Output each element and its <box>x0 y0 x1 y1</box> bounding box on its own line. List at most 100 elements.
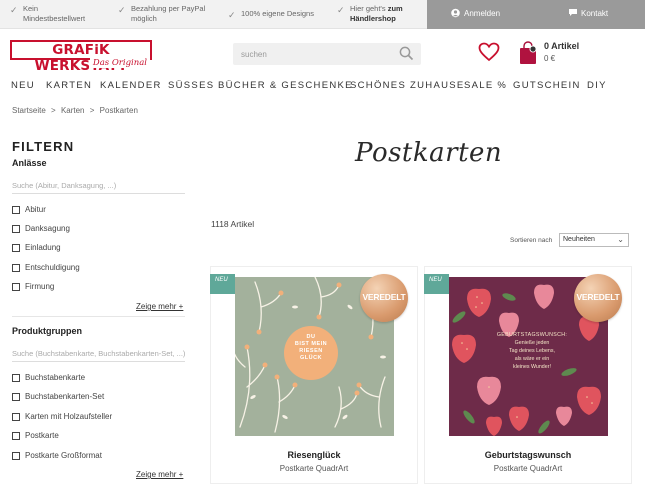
search-bar <box>233 43 421 65</box>
product-name[interactable]: Geburtstagswunsch <box>425 450 631 460</box>
product-name[interactable]: Riesenglück <box>211 450 417 460</box>
new-badge: NEU <box>424 274 449 294</box>
filter-group-title: Produktgruppen <box>12 326 82 336</box>
wishlist-heart-icon[interactable] <box>478 42 500 62</box>
filter-option-label: Postkarte Großformat <box>25 451 102 460</box>
breadcrumb-home[interactable]: Startseite <box>12 106 46 115</box>
product-group-filter-search[interactable] <box>12 346 185 362</box>
new-badge: NEU <box>210 274 235 294</box>
check-icon: ✓ <box>228 10 236 20</box>
check-icon: ✓ <box>118 5 126 15</box>
cart-count[interactable]: 0 Artikel <box>544 41 579 51</box>
checkbox[interactable] <box>12 432 20 440</box>
usp-item: ✓ Kein Mindestbestellwert <box>10 4 85 24</box>
checkbox[interactable] <box>12 393 20 401</box>
sort-label: Sortieren nach <box>510 237 553 244</box>
usp-text-bold: Händlershop <box>350 14 396 23</box>
page-title: Postkarten <box>355 138 503 168</box>
card-message: DU BIST MEIN RIESEN GLÜCK <box>284 334 338 362</box>
card-text-line: Genieße jeden <box>514 340 550 346</box>
usp-item: ✓ Bezahlung per PayPal möglich <box>118 4 205 24</box>
checkbox[interactable] <box>12 413 20 421</box>
checkbox[interactable] <box>12 264 20 272</box>
search-input[interactable] <box>241 47 391 61</box>
card-text-line: DU <box>306 334 316 340</box>
filter-option-label: Danksagung <box>25 224 70 233</box>
nav-item-kalender[interactable]: KALENDER <box>100 80 162 91</box>
filter-option-label: Buchstabenkarte <box>25 373 86 382</box>
contact-label: Kontakt <box>581 9 609 18</box>
checkbox[interactable] <box>12 283 20 291</box>
sort-select[interactable]: Neuheiten ⌄ <box>559 233 629 247</box>
usp-text: 100% eigene Designs <box>241 9 314 18</box>
search-icon[interactable] <box>399 46 414 61</box>
card-text-line: als wäre er ein <box>514 356 550 362</box>
filter-option-label: Karten mit Holzaufsteller <box>25 412 113 421</box>
filter-option-label: Buchstabenkarten-Set <box>25 392 105 401</box>
show-more-product-groups-link[interactable]: Zeige mehr + <box>136 470 183 479</box>
card-text-line: GLÜCK <box>299 355 323 361</box>
checkbox[interactable] <box>12 225 20 233</box>
card-text-line: RIESEN <box>299 348 323 354</box>
card-text-line: kleines Wunder! <box>513 364 551 370</box>
usp-text: Mindestbestellwert <box>23 14 86 23</box>
product-card[interactable]: GEBURTSTAGSWUNSCH: Genieße jeden Tag dei… <box>424 266 632 484</box>
nav-item-gutschein[interactable]: GUTSCHEIN <box>513 80 581 91</box>
breadcrumb-karten[interactable]: Karten <box>61 106 85 115</box>
nav-item-neu[interactable]: NEU <box>11 80 35 91</box>
filter-title: FILTERN <box>12 139 75 154</box>
article-count: 1118 Artikel <box>211 219 255 229</box>
logo-tagline: Das Original <box>89 58 150 68</box>
veredelt-seal: VEREDELT <box>574 274 622 322</box>
usp-text-bold: zum <box>387 4 403 13</box>
check-icon: ✓ <box>10 5 18 15</box>
usp-dealer-link[interactable]: ✓ Hier geht's zum Händlershop <box>337 4 403 24</box>
filter-option-label: Firmung <box>25 282 55 291</box>
nav-item-sale[interactable]: SALE % <box>464 80 507 91</box>
usp-text: Hier geht's <box>350 4 386 13</box>
breadcrumb-separator: > <box>51 106 56 115</box>
checkbox[interactable] <box>12 452 20 460</box>
logo[interactable]: GRAFiK WERKSTATT Das Original <box>10 40 152 74</box>
breadcrumb-current: Postkarten <box>99 106 138 115</box>
nav-item-suesses[interactable]: SÜSSES <box>168 80 214 91</box>
checkbox[interactable] <box>12 244 20 252</box>
nav-item-schoenes-zuhause[interactable]: SCHÖNES ZUHAUSE <box>350 80 465 91</box>
card-text-line: Tag deines Lebens, <box>509 348 555 354</box>
account-bar: Anmelden Kontakt <box>427 0 645 29</box>
check-icon: ✓ <box>337 5 345 15</box>
contact-link[interactable]: Kontakt <box>568 9 608 18</box>
filter-option-label: Entschuldigung <box>25 263 80 272</box>
occasion-filter-search[interactable] <box>12 178 185 194</box>
breadcrumb: Startseite > Karten > Postkarten <box>12 106 141 115</box>
login-link[interactable]: Anmelden <box>451 8 501 18</box>
card-text-line: GEBURTSTAGSWUNSCH: <box>496 332 568 338</box>
breadcrumb-separator: > <box>89 106 95 115</box>
nav-item-karten[interactable]: KARTEN <box>46 80 92 91</box>
divider <box>12 316 185 317</box>
logo-text: GRAFiK WERKSTATT <box>10 40 152 74</box>
nav-item-buecher-geschenke[interactable]: BÜCHER & GESCHENKE <box>218 80 353 91</box>
product-type: Postkarte QuadrArt <box>493 464 563 473</box>
usp-text: Bezahlung per PayPal <box>131 4 206 13</box>
show-more-occasions-link[interactable]: Zeige mehr + <box>136 302 183 311</box>
card-text-line: BIST MEIN <box>294 341 328 347</box>
usp-bar: ✓ Kein Mindestbestellwert ✓ Bezahlung pe… <box>0 0 645 29</box>
chevron-down-icon: ⌄ <box>617 235 624 244</box>
usp-item: ✓ 100% eigene Designs <box>228 9 314 20</box>
usp-text: möglich <box>131 14 157 23</box>
veredelt-seal: VEREDELT <box>360 274 408 322</box>
card-message: GEBURTSTAGSWUNSCH: Genieße jeden Tag dei… <box>487 331 577 371</box>
login-label: Anmelden <box>464 9 501 18</box>
sort-value: Neuheiten <box>563 236 595 243</box>
filter-option-label: Einladung <box>25 243 61 252</box>
nav-item-diy[interactable]: DIY <box>587 80 607 91</box>
filter-option-label: Abitur <box>25 205 46 214</box>
product-type: Postkarte QuadrArt <box>279 464 349 473</box>
checkbox[interactable] <box>12 206 20 214</box>
shopping-bag-icon[interactable] <box>517 40 539 66</box>
filter-group-title: Anlässe <box>12 158 47 168</box>
product-card[interactable]: DU BIST MEIN RIESEN GLÜCK NEU VEREDELT R… <box>210 266 418 484</box>
checkbox[interactable] <box>12 374 20 382</box>
usp-text: Kein <box>23 4 39 13</box>
